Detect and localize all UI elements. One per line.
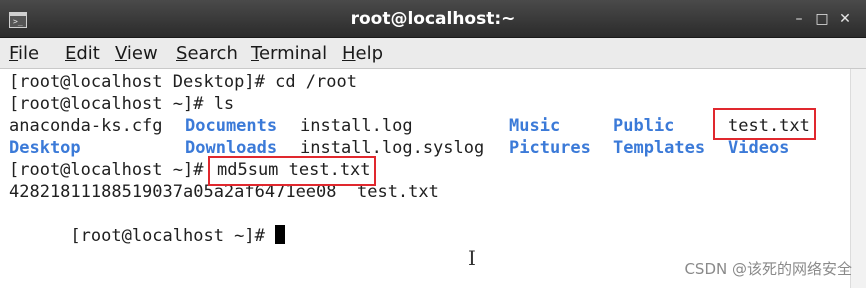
terminal-line-ls: [root@localhost ~]# ls <box>9 94 235 114</box>
terminal-output[interactable]: [root@localhost Desktop]# cd /root [root… <box>0 69 866 288</box>
text-cursor-icon: I <box>468 246 476 270</box>
menu-terminal[interactable]: Terminal <box>251 38 327 69</box>
terminal-cursor <box>275 225 286 244</box>
ls-directory: Desktop <box>9 138 81 158</box>
ls-directory: Videos <box>728 138 790 158</box>
minimize-button[interactable]: – <box>790 10 808 28</box>
terminal-window: >_ root@localhost:~ – □ ✕ File Edit View… <box>0 0 866 288</box>
highlight-box-md5sum-command <box>208 156 376 186</box>
close-button[interactable]: ✕ <box>836 10 854 28</box>
ls-file: anaconda-ks.cfg <box>9 116 163 136</box>
scrollbar[interactable] <box>850 69 866 288</box>
maximize-button[interactable]: □ <box>813 10 831 28</box>
shell-prompt: [root@localhost ~]# <box>70 226 265 246</box>
window-title: root@localhost:~ <box>350 9 516 29</box>
ls-file: install.log <box>300 116 413 136</box>
menu-file[interactable]: File <box>9 38 39 69</box>
ls-directory: Pictures <box>509 138 591 158</box>
ls-directory: Public <box>613 116 675 136</box>
shell-prompt: [root@localhost ~]# <box>9 160 204 180</box>
watermark: CSDN @该死的网络安全 <box>684 260 852 278</box>
ls-directory: Templates <box>613 138 706 158</box>
menu-edit[interactable]: Edit <box>65 38 100 69</box>
ls-output-row-2: Desktop Downloads install.log.syslog Pic… <box>9 137 849 159</box>
highlight-box-test-txt <box>713 108 816 140</box>
ls-directory: Music <box>509 116 561 136</box>
title-bar[interactable]: >_ root@localhost:~ – □ ✕ <box>0 0 866 38</box>
menu-search[interactable]: Search <box>176 38 238 69</box>
menu-view[interactable]: View <box>115 38 158 69</box>
terminal-line-current: [root@localhost ~]# <box>9 203 309 246</box>
terminal-line-cd: [root@localhost Desktop]# cd /root <box>9 72 357 92</box>
menu-help[interactable]: Help <box>342 38 383 69</box>
menu-bar: File Edit View Search Terminal Help <box>0 38 866 69</box>
ls-directory: Documents <box>185 116 278 136</box>
